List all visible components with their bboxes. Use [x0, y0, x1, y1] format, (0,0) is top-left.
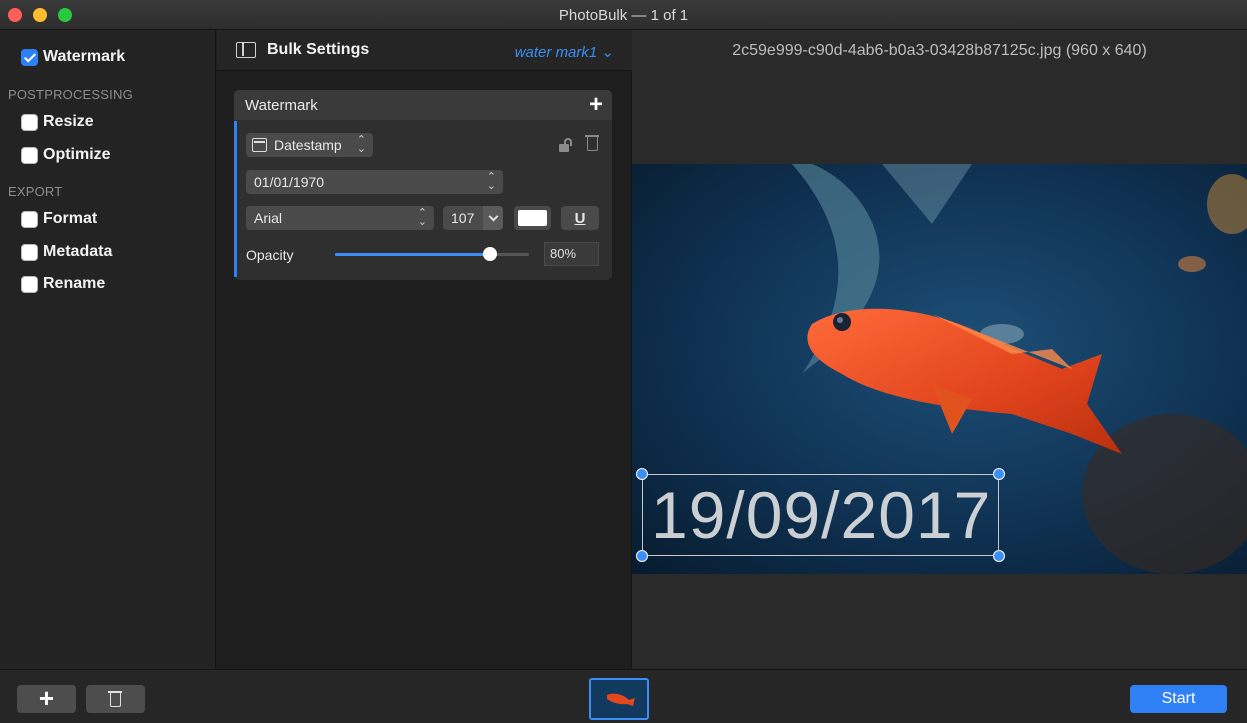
- text-color-well[interactable]: [514, 206, 551, 230]
- remove-image-button[interactable]: [86, 685, 145, 713]
- preset-name: water mark1: [514, 44, 598, 61]
- calendar-icon: [252, 138, 267, 152]
- font-size-value: 107: [451, 210, 475, 226]
- opacity-slider-knob[interactable]: [483, 247, 498, 261]
- watermark-type-value: Datestamp: [274, 137, 342, 153]
- watermark-preview-text: 19/09/2017: [651, 478, 992, 552]
- add-watermark-button[interactable]: +: [589, 91, 603, 119]
- preset-selector[interactable]: water mark1 ⌄: [515, 43, 614, 61]
- thumbnail-image: [591, 680, 647, 718]
- export-header: EXPORT: [8, 184, 63, 199]
- stepper-arrows-icon: ⌃ ⌄: [356, 134, 366, 155]
- image-thumbnail[interactable]: [589, 678, 649, 720]
- resize-handle-bottom-right[interactable]: [993, 550, 1005, 562]
- chevron-down-icon: ⌄: [597, 44, 614, 61]
- sidebar: Watermark POSTPROCESSING Resize Optimize…: [0, 30, 216, 669]
- watermark-option-label: Watermark: [43, 48, 126, 65]
- stepper-arrows-icon: ⌃ ⌄: [486, 171, 496, 192]
- opacity-field[interactable]: 80%: [544, 242, 599, 266]
- metadata-checkbox[interactable]: [21, 243, 38, 261]
- stepper-arrows-icon: ⌃ ⌄: [417, 207, 427, 228]
- chevron-down-icon: [488, 211, 498, 221]
- underline-button[interactable]: U: [561, 206, 599, 230]
- add-image-button[interactable]: +: [17, 685, 76, 713]
- opacity-label: Opacity: [246, 247, 294, 263]
- resize-handle-top-left[interactable]: [636, 468, 648, 480]
- unlock-icon[interactable]: [559, 138, 573, 152]
- font-size-field[interactable]: 107: [443, 206, 483, 230]
- resize-handle-bottom-left[interactable]: [636, 550, 648, 562]
- preview-image[interactable]: 19/09/2017: [632, 164, 1247, 574]
- trash-icon: [108, 691, 122, 707]
- optimize-checkbox[interactable]: [21, 146, 38, 164]
- format-option-label: Format: [43, 210, 98, 227]
- watermark-type-select[interactable]: Datestamp ⌃ ⌄: [246, 133, 373, 157]
- bottom-toolbar: + Start: [0, 669, 1247, 723]
- resize-option[interactable]: Resize: [21, 112, 94, 132]
- metadata-option-label: Metadata: [43, 243, 113, 260]
- metadata-option[interactable]: Metadata: [21, 242, 112, 262]
- watermark-option[interactable]: Watermark: [21, 47, 125, 67]
- watermark-card-title: Watermark: [245, 97, 318, 114]
- delete-watermark-icon[interactable]: [585, 135, 599, 151]
- file-info: 2c59e999-c90d-4ab6-b0a3-03428b87125c.jpg…: [732, 42, 1147, 59]
- start-button[interactable]: Start: [1130, 685, 1227, 713]
- postprocessing-header: POSTPROCESSING: [8, 87, 133, 102]
- format-option[interactable]: Format: [21, 209, 97, 229]
- optimize-option-label: Optimize: [43, 146, 111, 163]
- opacity-slider-fill: [335, 253, 491, 256]
- bulk-settings-panel: Bulk Settings water mark1 ⌄ Watermark + …: [217, 30, 632, 669]
- resize-checkbox[interactable]: [21, 113, 38, 131]
- date-format-select[interactable]: 01/01/1970 ⌃ ⌄: [246, 170, 503, 194]
- window-title: PhotoBulk — 1 of 1: [558, 7, 689, 24]
- format-checkbox[interactable]: [21, 210, 38, 228]
- font-select[interactable]: Arial ⌃ ⌄: [246, 206, 434, 230]
- resize-option-label: Resize: [43, 113, 94, 130]
- font-size-dropdown[interactable]: [483, 206, 503, 230]
- preview-area: 2c59e999-c90d-4ab6-b0a3-03428b87125c.jpg…: [632, 30, 1247, 669]
- date-format-value: 01/01/1970: [254, 174, 325, 190]
- sidebar-toggle-icon[interactable]: [236, 42, 256, 58]
- font-value: Arial: [254, 210, 283, 226]
- bulk-settings-title: Bulk Settings: [267, 41, 370, 58]
- watermark-card: Watermark + Datestamp ⌃ ⌄ 01/01/1970 ⌃ ⌄ A…: [234, 90, 612, 280]
- bulk-settings-header: Bulk Settings water mark1 ⌄: [217, 30, 632, 71]
- watermark-bounding-box[interactable]: 19/09/2017: [642, 474, 999, 556]
- watermark-card-accent: [234, 121, 237, 277]
- text-color-swatch: [518, 210, 547, 226]
- opacity-slider[interactable]: [335, 247, 529, 261]
- watermark-card-header: Watermark +: [234, 90, 612, 120]
- resize-handle-top-right[interactable]: [993, 468, 1005, 480]
- rename-option-label: Rename: [43, 275, 106, 292]
- watermark-checkbox[interactable]: [21, 48, 38, 66]
- rename-checkbox[interactable]: [21, 275, 38, 293]
- title-bar: PhotoBulk — 1 of 1: [0, 0, 1247, 30]
- rename-option[interactable]: Rename: [21, 274, 105, 294]
- optimize-option[interactable]: Optimize: [21, 145, 111, 165]
